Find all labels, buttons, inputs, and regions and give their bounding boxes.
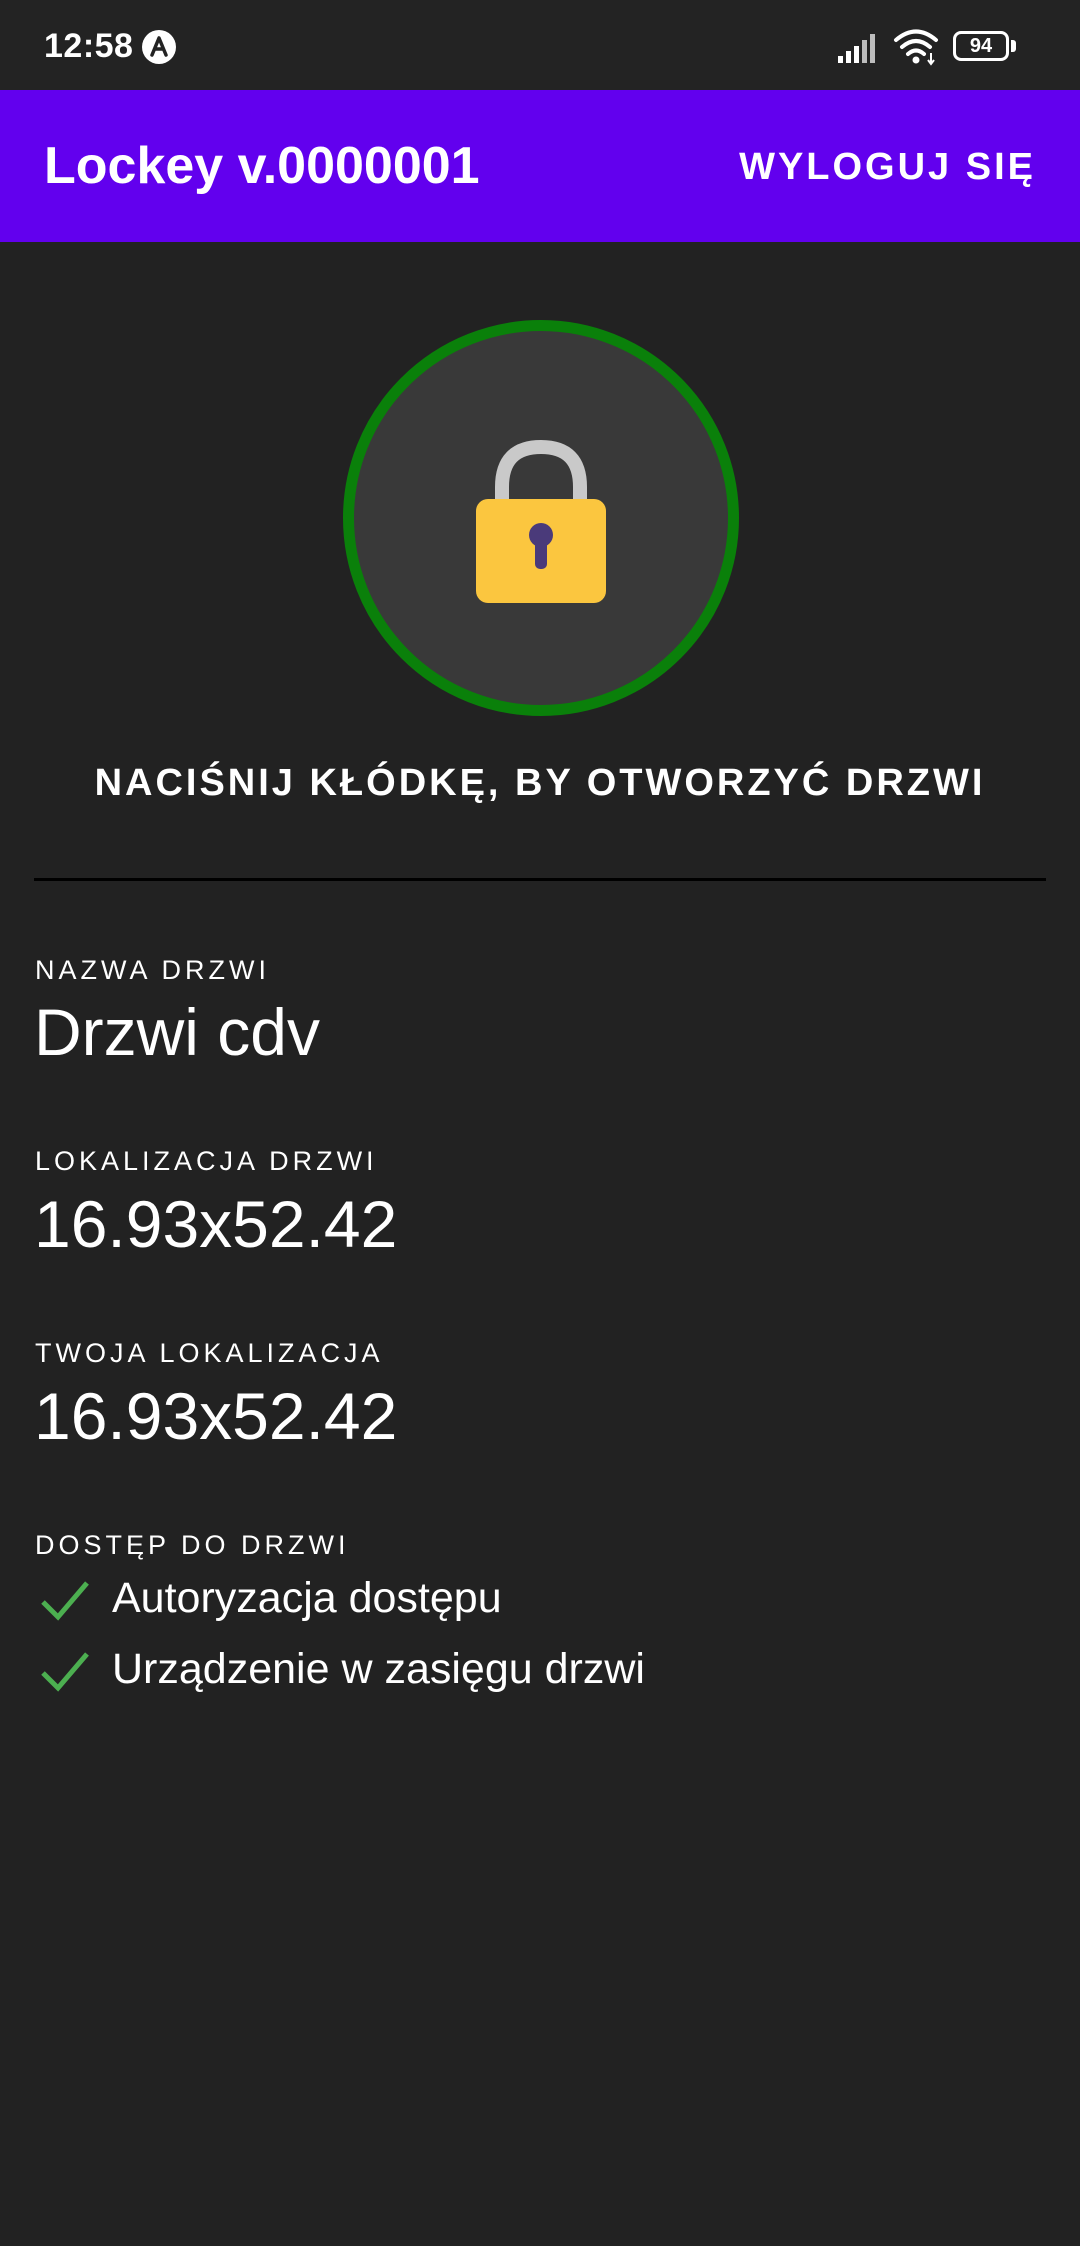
- battery-icon: 94: [953, 31, 1016, 61]
- access-item-label: Autoryzacja dostępu: [112, 1574, 502, 1622]
- door-name-value: Drzwi cdv: [34, 995, 321, 1069]
- door-location-value: 16.93x52.42: [34, 1187, 398, 1261]
- door-location-label: LOKALIZACJA DRZWI: [35, 1146, 378, 1176]
- battery-level: 94: [969, 35, 993, 57]
- your-location-label: TWOJA LOKALIZACJA: [35, 1338, 384, 1368]
- your-location-value: 16.93x52.42: [34, 1379, 398, 1453]
- door-access-label: DOSTĘP DO DRZWI: [35, 1530, 350, 1560]
- door-name-label: NAZWA DRZWI: [35, 955, 270, 985]
- status-time: 12:58: [44, 27, 134, 65]
- app-title: Lockey v.0000001: [44, 137, 480, 195]
- access-item-label: Urządzenie w zasięgu drzwi: [112, 1645, 645, 1693]
- signal-icon: [838, 34, 875, 63]
- battery-tip: [1011, 40, 1016, 52]
- unlock-door-button[interactable]: [343, 320, 739, 716]
- status-bar: 12:58 94: [0, 0, 1080, 90]
- app-bar: Lockey v.0000001 WYLOGUJ SIĘ: [0, 90, 1080, 242]
- divider: [34, 878, 1046, 881]
- padlock-icon: [476, 439, 606, 603]
- wifi-icon: [894, 29, 938, 66]
- check-icon: [41, 1652, 89, 1692]
- app-notification-icon: [142, 30, 176, 64]
- logout-button[interactable]: WYLOGUJ SIĘ: [739, 146, 1036, 189]
- check-icon: [41, 1581, 89, 1621]
- unlock-hint: NACIŚNIJ KŁÓDKĘ, BY OTWORZYĆ DRZWI: [94, 762, 986, 804]
